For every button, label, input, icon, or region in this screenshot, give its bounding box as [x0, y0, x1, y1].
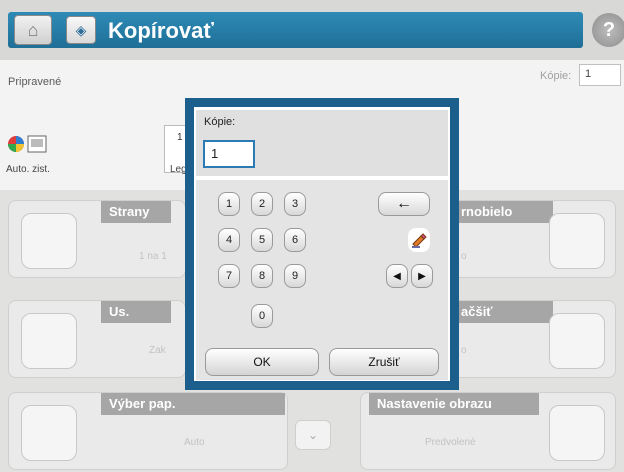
tile-value-image: Predvolené [425, 437, 476, 448]
key-0[interactable]: 0 [251, 304, 273, 328]
right-arrow-icon: ▶ [418, 270, 426, 282]
tile-value-reduce: o [461, 345, 467, 356]
copy-app-icon: ◈ [66, 16, 96, 44]
key-1[interactable]: 1 [218, 192, 240, 216]
tile-title-color: rnobielo [453, 201, 553, 223]
dialog-copies-input[interactable]: 1 [203, 140, 255, 168]
tile-value-arrange: Zak [149, 345, 166, 356]
resize-icon [549, 313, 605, 369]
tile-arrange[interactable]: Us. Zak [8, 300, 186, 378]
help-icon: ? [602, 18, 616, 41]
backspace-button[interactable]: ← [378, 192, 430, 216]
color-detect-icon [8, 135, 47, 153]
ok-button[interactable]: OK [205, 348, 319, 376]
left-arrow-icon: ◀ [393, 270, 401, 282]
tile-reduce-enlarge[interactable]: ačšiť o [452, 300, 616, 378]
key-2[interactable]: 2 [251, 192, 273, 216]
tile-title-sides: Strany [101, 201, 171, 223]
tile-color[interactable]: rnobielo o [452, 200, 616, 278]
image-adjust-icon [549, 405, 605, 461]
pencil-icon [412, 233, 427, 248]
help-button[interactable]: ? [592, 13, 624, 47]
home-button[interactable]: ⌂ [14, 15, 52, 45]
paper-card-number: 1 [177, 132, 183, 143]
edit-button[interactable] [408, 228, 430, 252]
copies-field[interactable]: 1 [579, 64, 621, 86]
duplex-icon [21, 213, 77, 269]
tile-title-image: Nastavenie obrazu [369, 393, 539, 415]
backspace-icon: ← [396, 195, 412, 212]
dialog-copies-label: Kópie: [204, 116, 236, 128]
chevron-down-icon: ⌄ [307, 428, 319, 442]
tile-sides[interactable]: Strany 1 na 1 [8, 200, 186, 278]
scroll-down-button[interactable]: ⌄ [295, 420, 331, 450]
key-6[interactable]: 6 [284, 228, 306, 252]
tile-value-sides: 1 na 1 [139, 251, 167, 262]
key-4[interactable]: 4 [218, 228, 240, 252]
key-7[interactable]: 7 [218, 264, 240, 288]
status-text: Pripravené [8, 76, 62, 88]
tile-value-color: o [461, 251, 467, 262]
tile-title-arrange: Us. [101, 301, 171, 323]
key-9[interactable]: 9 [284, 264, 306, 288]
paper-select-icon [21, 405, 77, 461]
cursor-right-button[interactable]: ▶ [411, 264, 433, 288]
home-icon: ⌂ [27, 19, 39, 40]
copies-label: Kópie: [540, 70, 572, 82]
tile-value-paper: Auto [184, 437, 205, 448]
key-5[interactable]: 5 [251, 228, 273, 252]
key-3[interactable]: 3 [284, 192, 306, 216]
collate-icon [21, 313, 77, 369]
key-8[interactable]: 8 [251, 264, 273, 288]
tile-title-reduce: ačšiť [453, 301, 553, 323]
color-icon [549, 213, 605, 269]
tile-paper-select[interactable]: Výber pap. Auto [8, 392, 288, 470]
cancel-button[interactable]: Zrušiť [329, 348, 439, 376]
auto-detect-label: Auto. zist. [6, 164, 50, 175]
tile-title-paper: Výber pap. [101, 393, 285, 415]
cursor-left-button[interactable]: ◀ [386, 264, 408, 288]
tile-image-adjust[interactable]: Nastavenie obrazu Predvolené [360, 392, 616, 470]
app-title: Kopírovať [108, 18, 214, 43]
